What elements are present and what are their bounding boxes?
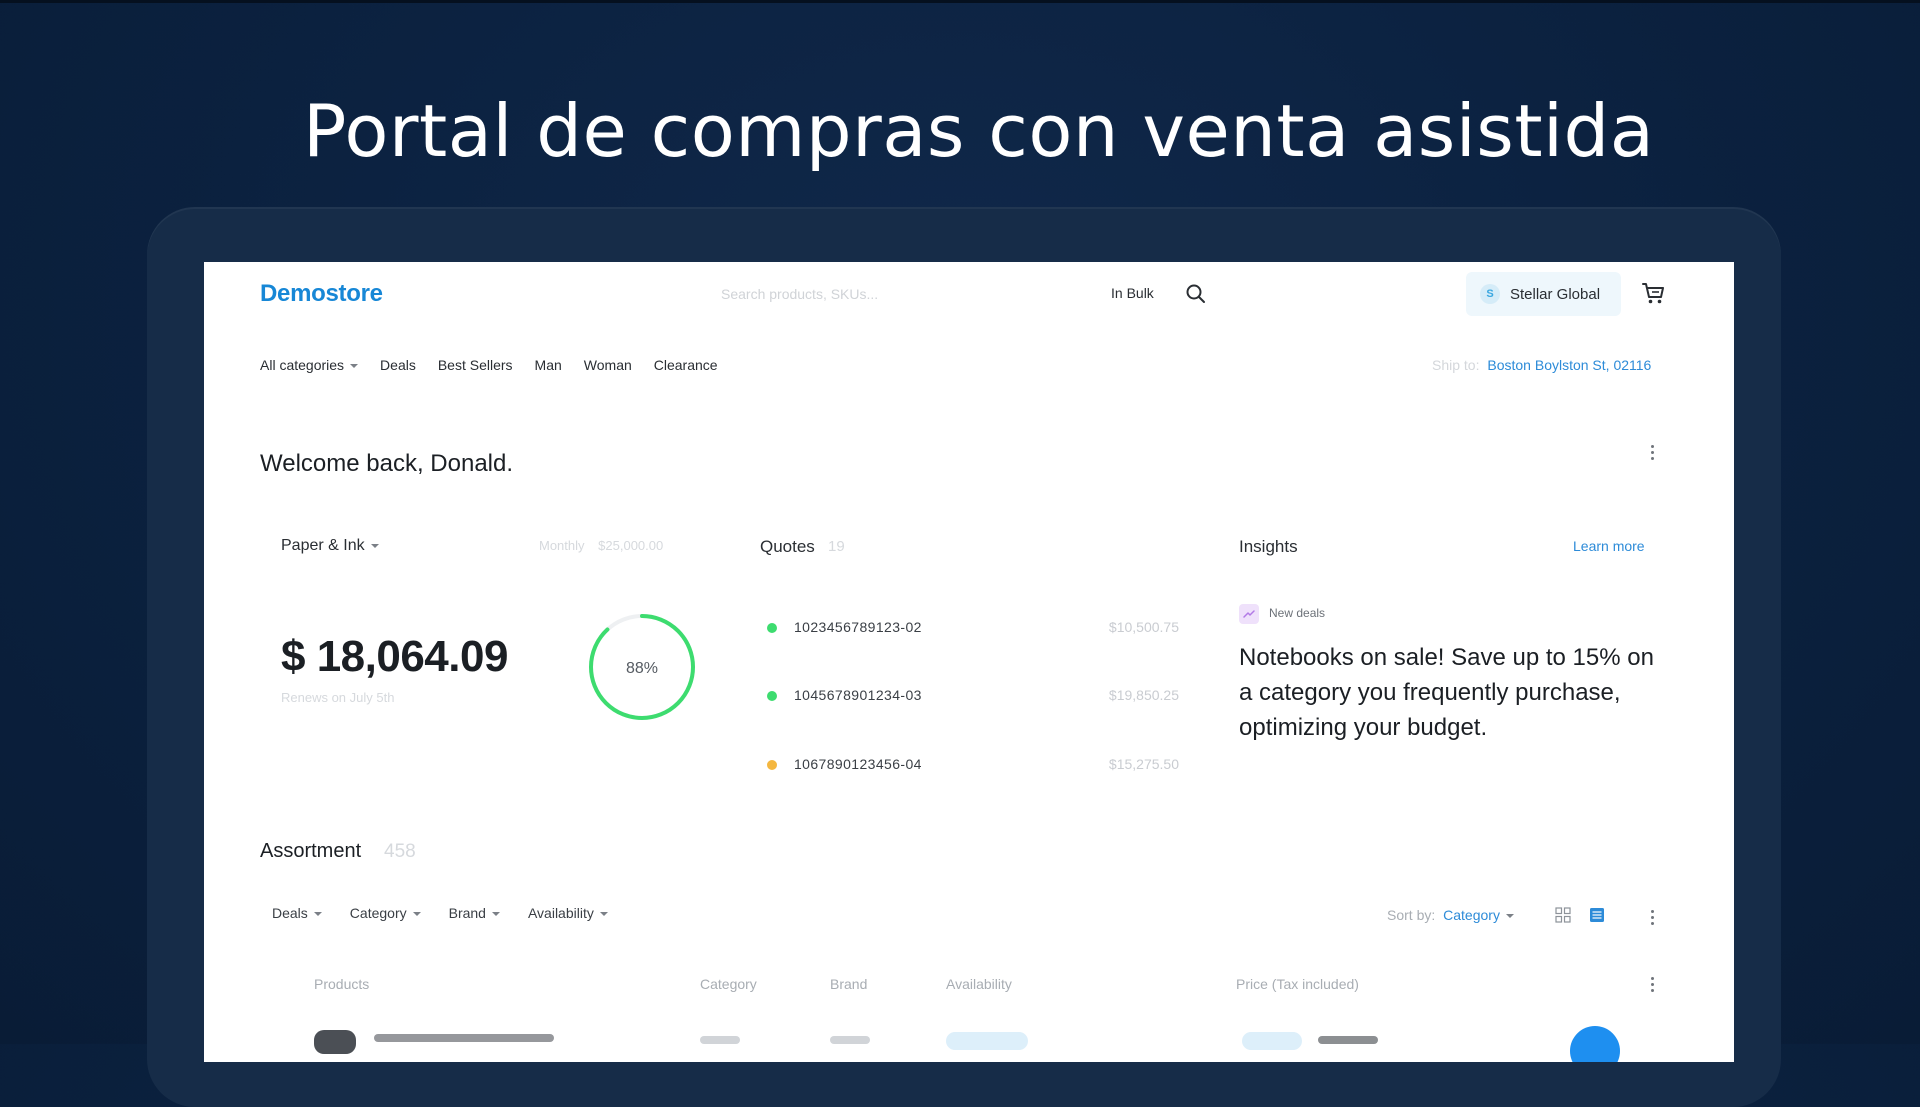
chevron-down-icon	[370, 543, 379, 548]
ship-to-address: Boston Boylston St, 02116	[1487, 357, 1652, 373]
filter-availability-label: Availability	[527, 905, 594, 921]
insight-text: Notebooks on sale! Save up to 15% on a c…	[1239, 644, 1654, 741]
search-icon	[1186, 284, 1205, 303]
cart-button[interactable]	[1640, 280, 1666, 306]
nav-best-sellers[interactable]: Best Sellers	[438, 357, 513, 373]
filter-brand-label: Brand	[448, 905, 486, 921]
search-button[interactable]	[1184, 282, 1208, 306]
discount-badge	[1242, 1032, 1302, 1050]
insights-title: Insights	[1239, 537, 1298, 556]
category-nav: All categories Deals Best Sellers Man Wo…	[260, 357, 718, 373]
cart-icon	[1642, 283, 1664, 304]
quote-id: 1045678901234-03	[794, 687, 922, 703]
account-icon: S	[1480, 284, 1500, 304]
filter-category-label: Category	[349, 905, 407, 921]
top-edge	[0, 0, 1920, 3]
budget-amount: $ 18,064.09	[281, 632, 508, 681]
product-category-placeholder	[700, 1036, 740, 1044]
product-name-placeholder	[374, 1034, 554, 1042]
assortment-more-button[interactable]	[1640, 905, 1664, 929]
store-logo[interactable]: Demostore	[260, 280, 383, 308]
chevron-down-icon	[599, 912, 608, 917]
welcome-title: Welcome back, Donald.	[260, 450, 514, 477]
account-name: Stellar Global	[1510, 285, 1601, 303]
quote-row[interactable]: 1045678901234-03 $19,850.25	[767, 684, 1179, 708]
trend-up-icon	[1239, 604, 1259, 624]
nav-woman[interactable]: Woman	[584, 357, 632, 373]
budget-renews: Renews on July 5th	[281, 690, 395, 705]
product-price-placeholder	[1318, 1036, 1378, 1044]
quote-row[interactable]: 1023456789123-02 $10,500.75	[767, 616, 1179, 640]
table-more-button[interactable]	[1640, 972, 1664, 996]
filter-deals-label: Deals	[272, 905, 308, 921]
ship-to-label: Ship to:	[1432, 357, 1480, 373]
in-bulk-toggle[interactable]: In Bulk	[1111, 285, 1154, 301]
quote-row[interactable]: 1067890123456-04 $15,275.50	[767, 753, 1179, 777]
column-header-availability[interactable]: Availability	[946, 976, 1012, 992]
quotes-count: 19	[828, 538, 845, 555]
app-screen: Demostore In Bulk S Stellar Global All c…	[204, 262, 1734, 1062]
column-header-brand[interactable]: Brand	[830, 976, 867, 992]
budget-meta: Monthly $25,000.00	[539, 538, 663, 553]
budget-category-label: Paper & Ink	[281, 537, 365, 554]
grid-icon	[1555, 907, 1571, 923]
nav-all-categories[interactable]: All categories	[260, 357, 359, 373]
account-switcher-button[interactable]: S Stellar Global	[1466, 272, 1621, 316]
list-view-button[interactable]	[1588, 906, 1606, 924]
quote-status-dot	[767, 623, 777, 633]
nav-clearance[interactable]: Clearance	[654, 357, 718, 373]
chevron-down-icon	[313, 912, 322, 917]
assortment-count: 458	[384, 841, 416, 862]
sort-value: Category	[1443, 907, 1500, 923]
quote-amount: $10,500.75	[1108, 619, 1179, 635]
product-brand-placeholder	[830, 1036, 870, 1044]
grid-view-button[interactable]	[1554, 906, 1572, 924]
chevron-down-icon	[412, 912, 421, 917]
insight-tag: New deals	[1269, 606, 1326, 620]
learn-more-link[interactable]: Learn more	[1573, 538, 1645, 554]
filter-brand[interactable]: Brand	[449, 905, 500, 921]
nav-deals[interactable]: Deals	[380, 357, 416, 373]
quote-status-dot	[767, 760, 777, 770]
assortment-filters: Deals Category Brand Availability	[272, 905, 608, 921]
ship-to[interactable]: Ship to: Boston Boylston St, 02116	[1432, 357, 1651, 373]
budget-period: Monthly	[539, 538, 585, 553]
filter-availability[interactable]: Availability	[528, 905, 608, 921]
filter-deals[interactable]: Deals	[272, 905, 322, 921]
column-header-category[interactable]: Category	[700, 976, 757, 992]
sort-dropdown[interactable]: Sort by: Category	[1387, 907, 1514, 923]
nav-all-categories-label: All categories	[260, 357, 345, 373]
chevron-down-icon	[491, 912, 500, 917]
product-thumbnail[interactable]	[314, 1030, 356, 1054]
chevron-down-icon	[1505, 914, 1514, 919]
add-to-cart-button[interactable]	[1570, 1026, 1620, 1062]
budget-category-dropdown[interactable]: Paper & Ink	[281, 537, 379, 555]
column-header-products[interactable]: Products	[314, 976, 369, 992]
assortment-title: Assortment	[260, 840, 362, 862]
filter-category[interactable]: Category	[350, 905, 421, 921]
quote-id: 1067890123456-04	[794, 756, 922, 772]
hero-title: Portal de compras con venta asistida	[303, 89, 1655, 173]
quotes-title: Quotes	[760, 537, 815, 556]
availability-badge	[946, 1032, 1028, 1050]
quote-status-dot	[767, 691, 777, 701]
quote-id: 1023456789123-02	[794, 619, 922, 635]
list-icon	[1590, 908, 1604, 922]
quote-amount: $15,275.50	[1108, 756, 1179, 772]
budget-limit: $25,000.00	[598, 538, 664, 553]
quote-amount: $19,850.25	[1108, 687, 1179, 703]
welcome-more-button[interactable]	[1640, 440, 1664, 464]
column-header-price[interactable]: Price (Tax included)	[1236, 976, 1359, 992]
budget-percent-label: 88%	[625, 660, 659, 677]
chevron-down-icon	[350, 364, 359, 369]
search-input[interactable]	[719, 280, 1003, 308]
sort-label: Sort by:	[1387, 907, 1436, 923]
nav-man[interactable]: Man	[535, 357, 562, 373]
